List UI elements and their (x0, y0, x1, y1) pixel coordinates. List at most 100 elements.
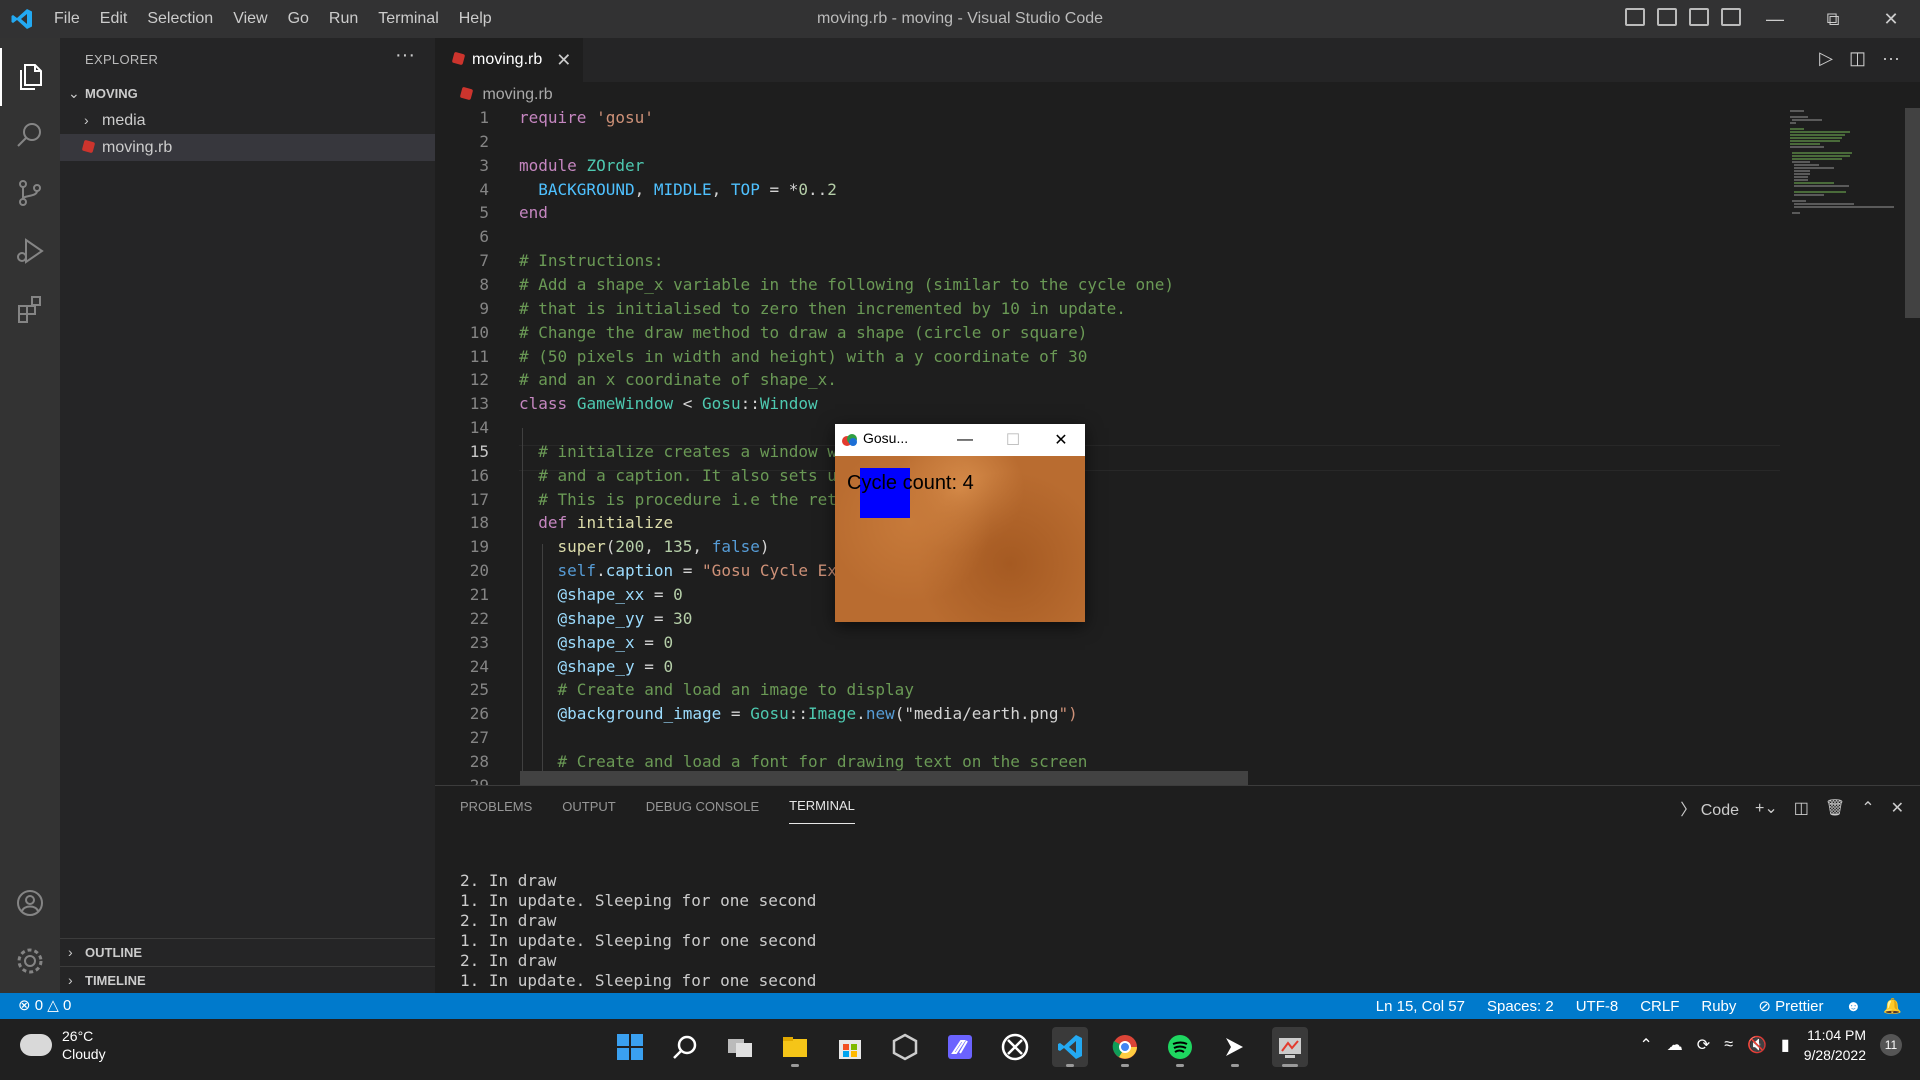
tab-moving-rb[interactable]: moving.rb ✕ (435, 38, 583, 82)
split-editor-icon[interactable]: ◫ (1849, 48, 1866, 69)
code-line[interactable]: super(200, 135, false) (519, 537, 770, 556)
code-line[interactable]: @shape_y = 0 (519, 657, 674, 676)
code-line[interactable]: # and an x coordinate of shape_x. (519, 370, 837, 389)
manage-gear-icon[interactable] (0, 932, 60, 990)
minimap[interactable] (1780, 108, 1905, 785)
code-editor[interactable]: 1 require 'gosu' 2 3 module ZOrder 4 BACKGROU… (435, 108, 1780, 785)
toggle-secondary-sidebar-icon[interactable] (1689, 8, 1709, 26)
scrollbar-thumb[interactable] (1905, 108, 1920, 318)
volume-muted-icon[interactable]: 🔇 (1747, 1035, 1767, 1055)
code-line[interactable]: # Create and load an image to display (519, 680, 914, 699)
toggle-primary-sidebar-icon[interactable] (1625, 8, 1645, 26)
cursor-position[interactable]: Ln 15, Col 57 (1376, 998, 1465, 1015)
problems-status[interactable]: ⊗ 0 △ 0 (18, 993, 71, 1019)
tab-debug-console[interactable]: DEBUG CONSOLE (646, 789, 759, 824)
menu-edit[interactable]: Edit (90, 10, 138, 28)
menu-file[interactable]: File (44, 10, 90, 28)
code-line[interactable]: @shape_x = 0 (519, 633, 674, 652)
toggle-panel-icon[interactable] (1657, 8, 1677, 26)
code-line[interactable]: self.caption = "Gosu Cycle Ex (519, 561, 837, 580)
close-panel-icon[interactable]: ✕ (1891, 798, 1904, 818)
battery-icon[interactable]: ▮ (1781, 1035, 1790, 1055)
trash-icon[interactable]: 🗑 (1825, 798, 1845, 818)
visual-studio-icon[interactable] (942, 1027, 978, 1067)
bell-icon[interactable]: 🔔 (1883, 997, 1902, 1015)
close-tab-icon[interactable]: ✕ (556, 50, 571, 71)
menu-run[interactable]: Run (319, 10, 368, 28)
notification-badge[interactable]: 11 (1880, 1034, 1902, 1056)
menu-selection[interactable]: Selection (137, 10, 223, 28)
close-window-button[interactable]: ✕ (1037, 424, 1085, 456)
run-debug-icon[interactable] (0, 222, 60, 280)
more-actions-icon[interactable]: ··· (395, 44, 415, 67)
unity-icon[interactable] (887, 1027, 923, 1067)
new-terminal-icon[interactable]: +⌄ (1755, 798, 1778, 818)
gosu-app-icon[interactable] (1272, 1027, 1308, 1067)
restore-button[interactable]: ⧉ (1804, 0, 1862, 38)
code-line[interactable]: # This is procedure i.e the ret (519, 490, 837, 509)
breadcrumb-item[interactable]: moving.rb (482, 86, 552, 103)
menu-terminal[interactable]: Terminal (368, 10, 448, 28)
maximize-panel-icon[interactable]: ⌃ (1861, 798, 1874, 818)
clock[interactable]: 11:04 PM 9/28/2022 (1804, 1025, 1866, 1065)
wifi-icon[interactable]: ≈ (1724, 1036, 1733, 1054)
source-control-icon[interactable] (0, 164, 60, 222)
code-line[interactable]: class GameWindow < Gosu::Window (519, 394, 818, 413)
code-line[interactable]: # Create and load a font for drawing tex… (519, 752, 1088, 771)
horizontal-scrollbar[interactable] (520, 771, 1248, 785)
start-icon[interactable] (612, 1027, 648, 1067)
code-line[interactable]: end (519, 203, 548, 222)
more-actions-icon[interactable]: ··· (1882, 48, 1900, 69)
indentation[interactable]: Spaces: 2 (1487, 998, 1554, 1015)
tab-terminal[interactable]: TERMINAL (789, 788, 855, 824)
code-line[interactable]: # that is initialised to zero then incre… (519, 299, 1126, 318)
store-icon[interactable] (832, 1027, 868, 1067)
spotify-icon[interactable] (1162, 1027, 1198, 1067)
code-line[interactable]: # initialize creates a window w (519, 442, 837, 461)
code-line[interactable]: require 'gosu' (519, 108, 654, 127)
encoding[interactable]: UTF-8 (1576, 998, 1619, 1015)
prettier-status[interactable]: ⊘ Prettier (1758, 997, 1823, 1015)
minimize-button[interactable]: — (1746, 0, 1804, 38)
gosu-title-bar[interactable]: Gosu... — ☐ ✕ (835, 424, 1085, 456)
search-icon[interactable] (667, 1027, 703, 1067)
search-icon[interactable] (0, 106, 60, 164)
task-view-icon[interactable] (722, 1027, 758, 1067)
tab-output[interactable]: OUTPUT (562, 789, 615, 824)
section-timeline[interactable]: › TIMELINE (60, 967, 435, 994)
weather-widget[interactable]: 26°C Cloudy (20, 1027, 106, 1063)
terminal-icon[interactable] (1217, 1027, 1253, 1067)
customize-layout-icon[interactable] (1721, 8, 1741, 26)
code-line[interactable]: # (50 pixels in width and height) with a… (519, 347, 1087, 366)
chevron-up-icon[interactable]: ⌃ (1639, 1035, 1652, 1055)
chrome-icon[interactable] (1107, 1027, 1143, 1067)
code-line[interactable]: @background_image = Gosu::Image.new("med… (519, 704, 1078, 723)
close-window-button[interactable]: ✕ (1862, 0, 1920, 38)
file-explorer-icon[interactable] (777, 1027, 813, 1067)
feedback-icon[interactable]: ☻ (1846, 998, 1862, 1015)
end-of-line[interactable]: CRLF (1640, 998, 1679, 1015)
terminal-output[interactable]: 2. In draw 1. In update. Sleeping for one… (460, 851, 816, 991)
minimize-button[interactable]: — (941, 424, 989, 456)
gosu-game-window[interactable]: Gosu... — ☐ ✕ Cycle count: 4 (835, 424, 1085, 622)
menu-view[interactable]: View (223, 10, 277, 28)
code-line[interactable]: # Instructions: (519, 251, 664, 270)
code-line[interactable]: BACKGROUND, MIDDLE, TOP = *0..2 (519, 180, 837, 199)
accounts-icon[interactable] (0, 874, 60, 932)
extensions-icon[interactable] (0, 280, 60, 338)
code-line[interactable]: @shape_xx = 0 (519, 585, 683, 604)
code-line[interactable]: # Change the draw method to draw a shape… (519, 323, 1087, 342)
code-line[interactable]: module ZOrder (519, 156, 644, 175)
tree-item-media[interactable]: › media (60, 107, 435, 134)
menu-go[interactable]: Go (278, 10, 319, 28)
tab-problems[interactable]: PROBLEMS (460, 789, 532, 824)
code-line[interactable]: def initialize (519, 513, 673, 532)
explorer-icon[interactable] (0, 48, 60, 106)
onedrive-icon[interactable]: ☁ (1667, 1035, 1683, 1055)
split-terminal-icon[interactable]: ◫ (1794, 798, 1809, 818)
menu-help[interactable]: Help (449, 10, 502, 28)
sync-icon[interactable]: ⟳ (1697, 1035, 1710, 1055)
run-file-icon[interactable]: ▷ (1819, 48, 1833, 69)
xbox-icon[interactable] (997, 1027, 1033, 1067)
terminal-profile[interactable]: 〉 Code (1680, 796, 1739, 820)
